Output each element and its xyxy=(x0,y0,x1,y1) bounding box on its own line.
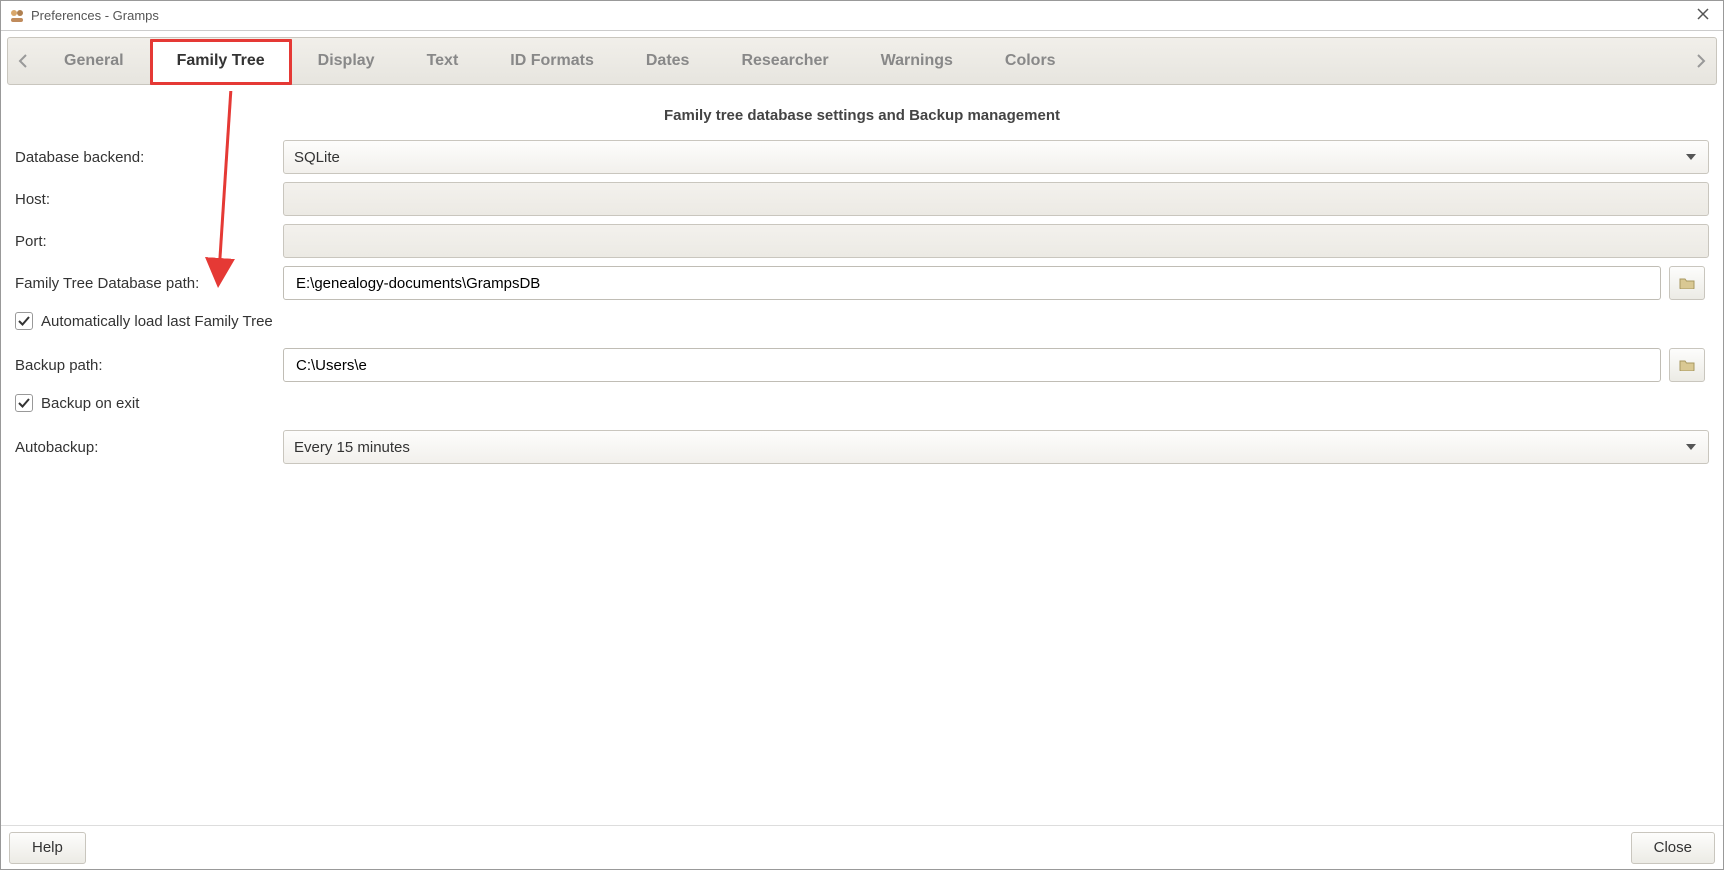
db-path-browse-button[interactable] xyxy=(1669,266,1705,300)
tab-label: Dates xyxy=(646,52,690,70)
label-autobackup: Autobackup: xyxy=(15,439,275,456)
db-path-field[interactable] xyxy=(294,267,1650,299)
tab-label: General xyxy=(64,52,124,70)
check-icon xyxy=(17,314,31,328)
tab-dates[interactable]: Dates xyxy=(620,38,716,84)
backup-path-field[interactable] xyxy=(294,349,1650,381)
tab-label: Family Tree xyxy=(177,52,265,70)
preferences-window: Preferences - Gramps General Family Tree… xyxy=(0,0,1724,870)
section-title: Family tree database settings and Backup… xyxy=(15,107,1709,124)
tab-scroll-right[interactable] xyxy=(1686,38,1716,84)
close-button-label: Close xyxy=(1654,839,1692,856)
tab-scroll-left[interactable] xyxy=(8,38,38,84)
tab-display[interactable]: Display xyxy=(292,38,401,84)
autoload-label: Automatically load last Family Tree xyxy=(41,313,273,330)
content-area: Family tree database settings and Backup… xyxy=(1,91,1723,825)
tab-label: Warnings xyxy=(881,52,953,70)
help-button-label: Help xyxy=(32,839,63,856)
label-db-path: Family Tree Database path: xyxy=(15,275,275,292)
database-backend-select[interactable]: SQLite xyxy=(283,140,1709,174)
tab-researcher[interactable]: Researcher xyxy=(715,38,854,84)
app-icon xyxy=(9,8,25,24)
tab-label: Colors xyxy=(1005,52,1056,70)
autoload-checkbox[interactable] xyxy=(15,312,33,330)
window-title: Preferences - Gramps xyxy=(31,8,159,23)
tab-id-formats[interactable]: ID Formats xyxy=(484,38,620,84)
port-input[interactable] xyxy=(283,224,1709,258)
backup-on-exit-checkbox[interactable] xyxy=(15,394,33,412)
tab-label: Display xyxy=(318,52,375,70)
label-host: Host: xyxy=(15,191,275,208)
host-input[interactable] xyxy=(283,182,1709,216)
label-database-backend: Database backend: xyxy=(15,149,275,166)
label-backup-path: Backup path: xyxy=(15,357,275,374)
close-button[interactable]: Close xyxy=(1631,832,1715,864)
check-icon xyxy=(17,396,31,410)
help-button[interactable]: Help xyxy=(9,832,86,864)
autobackup-value: Every 15 minutes xyxy=(294,439,410,456)
close-icon[interactable] xyxy=(1691,5,1715,27)
db-path-input[interactable] xyxy=(283,266,1661,300)
tab-label: Researcher xyxy=(741,52,828,70)
tab-colors[interactable]: Colors xyxy=(979,38,1082,84)
label-port: Port: xyxy=(15,233,275,250)
tab-warnings[interactable]: Warnings xyxy=(855,38,979,84)
folder-icon xyxy=(1679,359,1695,371)
button-bar: Help Close xyxy=(1,825,1723,869)
backup-path-browse-button[interactable] xyxy=(1669,348,1705,382)
tab-general[interactable]: General xyxy=(38,38,150,84)
tab-label: ID Formats xyxy=(510,52,594,70)
backup-path-input[interactable] xyxy=(283,348,1661,382)
backup-on-exit-label: Backup on exit xyxy=(41,395,139,412)
autobackup-select[interactable]: Every 15 minutes xyxy=(283,430,1709,464)
tab-label: Text xyxy=(427,52,459,70)
database-backend-value: SQLite xyxy=(294,149,340,166)
folder-icon xyxy=(1679,277,1695,289)
tab-text[interactable]: Text xyxy=(401,38,485,84)
tab-bar: General Family Tree Display Text ID Form… xyxy=(7,37,1717,85)
tab-family-tree[interactable]: Family Tree xyxy=(150,39,292,85)
titlebar: Preferences - Gramps xyxy=(1,1,1723,31)
